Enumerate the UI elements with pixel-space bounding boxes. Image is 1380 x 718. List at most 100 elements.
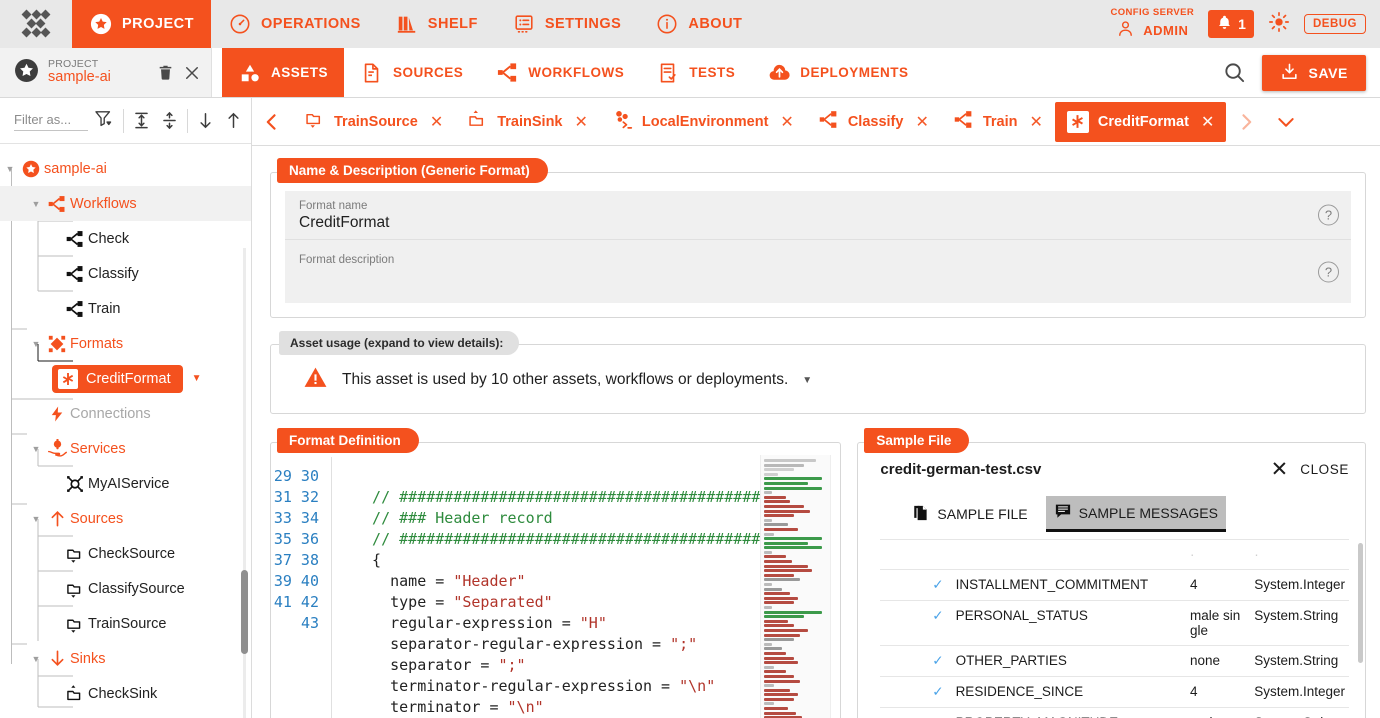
nav-item-shelf[interactable]: SHELF <box>378 0 495 48</box>
help-circle-icon[interactable]: ? <box>1318 205 1339 226</box>
asterisk-icon <box>58 369 78 389</box>
code-text[interactable]: // #####################################… <box>332 455 760 718</box>
project-chip[interactable]: PROJECT sample-ai <box>0 48 212 97</box>
debug-button[interactable]: DEBUG <box>1304 14 1366 34</box>
close-sample-file-button[interactable]: ✕ CLOSE <box>1271 459 1349 480</box>
tab-trainsource[interactable]: TrainSource ✕ <box>292 102 455 142</box>
tree-item-partial[interactable]: ClassifySink <box>0 711 251 718</box>
chevron-left-icon[interactable] <box>252 112 292 132</box>
tree-item-formats[interactable]: ▼ Formats <box>0 326 251 361</box>
subnav-item-assets[interactable]: ASSETS <box>222 48 344 97</box>
chevron-down-icon[interactable]: ▼ <box>192 373 202 384</box>
chevron-down-icon[interactable]: ▼ <box>28 199 44 209</box>
code-editor[interactable]: 29 30 31 32 33 34 35 36 37 38 39 40 41 4… <box>271 443 840 718</box>
tab-classify[interactable]: Classify ✕ <box>806 102 941 142</box>
table-row[interactable]: ✓ RESIDENCE_SINCE 4 System.Integer <box>880 677 1349 708</box>
tree-item-sinks[interactable]: ▼ Sinks <box>0 641 251 676</box>
tab-close-icon[interactable]: ✕ <box>915 112 928 132</box>
tab-sample-file[interactable]: SAMPLE FILE <box>904 498 1035 531</box>
tab-localenvironment[interactable]: LocalEnvironment ✕ <box>600 102 806 142</box>
workflow-nodes-icon <box>818 109 839 134</box>
config-server-block[interactable]: CONFIG SERVER ADMIN <box>1110 7 1194 41</box>
tree-item-label: Sinks <box>70 651 105 667</box>
code-editor-scrollbar[interactable] <box>830 455 840 718</box>
tab-close-icon[interactable]: ✕ <box>780 112 793 132</box>
subnav-item-deployments[interactable]: DEPLOYMENTS <box>751 48 924 97</box>
tab-trainsink[interactable]: TrainSink ✕ <box>455 102 600 142</box>
table-row[interactable]: ✓ OTHER_PARTIES none System.String <box>880 646 1349 677</box>
nav-item-project[interactable]: PROJECT <box>72 0 211 48</box>
tree-item-checksource[interactable]: CheckSource <box>0 536 251 571</box>
check-icon[interactable]: ✓ <box>880 601 951 646</box>
tree-item-workflows[interactable]: ▼ Workflows <box>0 186 251 221</box>
format-name-field[interactable]: Format name CreditFormat ? <box>285 191 1351 240</box>
tab-train[interactable]: Train ✕ <box>941 102 1055 142</box>
tree-item-services[interactable]: ▼ Services <box>0 431 251 466</box>
folder-sink-icon <box>62 684 88 704</box>
expand-vertical-icon[interactable] <box>128 106 156 136</box>
subnav-item-workflows[interactable]: WORKFLOWS <box>479 48 640 97</box>
field-type: System.String <box>1250 646 1349 677</box>
tree-item-trainsource[interactable]: TrainSource <box>0 606 251 641</box>
tree-item-creditformat[interactable]: CreditFormat ▼ <box>0 361 251 396</box>
chevron-right-icon[interactable] <box>1226 112 1266 132</box>
tree-item-connections[interactable]: Connections <box>0 396 251 431</box>
tab-close-icon[interactable]: ✕ <box>575 112 588 132</box>
notifications-button[interactable]: 1 <box>1208 10 1254 38</box>
chevron-down-icon[interactable]: ▼ <box>28 444 44 454</box>
arrow-up-icon[interactable] <box>219 106 247 136</box>
filter-funnel-icon[interactable] <box>94 109 113 133</box>
nav-item-about[interactable]: ABOUT <box>638 0 759 48</box>
chevron-down-icon[interactable]: ▼ <box>28 654 44 664</box>
asset-usage-card-title[interactable]: Asset usage (expand to view details): <box>279 331 519 355</box>
format-description-field[interactable]: Format description ? <box>285 240 1351 303</box>
subnav-item-tests[interactable]: TESTS <box>640 48 751 97</box>
arrow-down-icon[interactable] <box>192 106 220 136</box>
collapse-vertical-icon[interactable] <box>155 106 183 136</box>
tab-creditformat[interactable]: CreditFormat ✕ <box>1055 102 1226 142</box>
asterisk-icon <box>1067 111 1089 133</box>
table-row[interactable]: ✓ PERSONAL_STATUS male single System.Str… <box>880 601 1349 646</box>
tree-item-classifysource[interactable]: ClassifySource <box>0 571 251 606</box>
trash-icon[interactable] <box>157 64 174 81</box>
tab-close-icon[interactable]: ✕ <box>430 112 443 132</box>
tree-item-classify[interactable]: Classify <box>0 256 251 291</box>
chevron-down-icon[interactable]: ▼ <box>28 514 44 524</box>
chevron-down-icon[interactable]: ▼ <box>2 164 18 174</box>
tree-item-selected-pill[interactable]: CreditFormat <box>52 365 183 393</box>
filter-input[interactable] <box>14 110 88 131</box>
table-row[interactable]: ✓ INSTALLMENT_COMMITMENT 4 System.Intege… <box>880 570 1349 601</box>
tree-item-label: sample-ai <box>44 161 107 177</box>
nav-item-operations[interactable]: OPERATIONS <box>211 0 378 48</box>
theme-toggle-button[interactable] <box>1268 11 1290 38</box>
check-icon[interactable]: ✓ <box>880 708 951 718</box>
tree-item-train[interactable]: Train <box>0 291 251 326</box>
check-icon[interactable]: ✓ <box>880 570 951 601</box>
tab-overflow-chevron-down-icon[interactable] <box>1266 112 1306 132</box>
subnav-item-sources[interactable]: SOURCES <box>344 48 479 97</box>
help-circle-icon[interactable]: ? <box>1318 261 1339 282</box>
tab-close-icon[interactable]: ✕ <box>1201 112 1214 132</box>
sidebar-scrollbar-thumb[interactable] <box>241 570 248 654</box>
nav-item-settings[interactable]: SETTINGS <box>495 0 639 48</box>
tree-item-sample-ai[interactable]: ▼ sample-ai <box>0 151 251 186</box>
check-icon[interactable]: ✓ <box>880 646 951 677</box>
table-row[interactable]: ✓ PROPERTY_MAGNITUDE real estate System.… <box>880 708 1349 718</box>
code-minimap[interactable] <box>760 455 830 718</box>
tree-item-myaiservice[interactable]: MyAIService <box>0 466 251 501</box>
app-logo[interactable] <box>0 0 72 48</box>
document-edit-icon <box>360 61 384 85</box>
tree-item-checksink[interactable]: CheckSink <box>0 676 251 711</box>
tab-sample-messages[interactable]: SAMPLE MESSAGES <box>1046 496 1226 532</box>
save-button[interactable]: SAVE <box>1262 55 1367 91</box>
chevron-down-icon[interactable]: ▼ <box>802 375 812 386</box>
tree-item-check[interactable]: Check <box>0 221 251 256</box>
sample-file-scrollbar[interactable] <box>1358 543 1363 663</box>
tree-item-sources[interactable]: ▼ Sources <box>0 501 251 536</box>
chevron-down-icon[interactable]: ▼ <box>28 339 44 349</box>
check-icon[interactable]: ✓ <box>880 677 951 708</box>
search-icon[interactable] <box>1223 61 1246 84</box>
close-icon[interactable] <box>183 64 201 82</box>
sample-file-panel: Sample File credit-german-test.csv ✕ CLO… <box>857 442 1366 718</box>
tab-close-icon[interactable]: ✕ <box>1030 112 1043 132</box>
